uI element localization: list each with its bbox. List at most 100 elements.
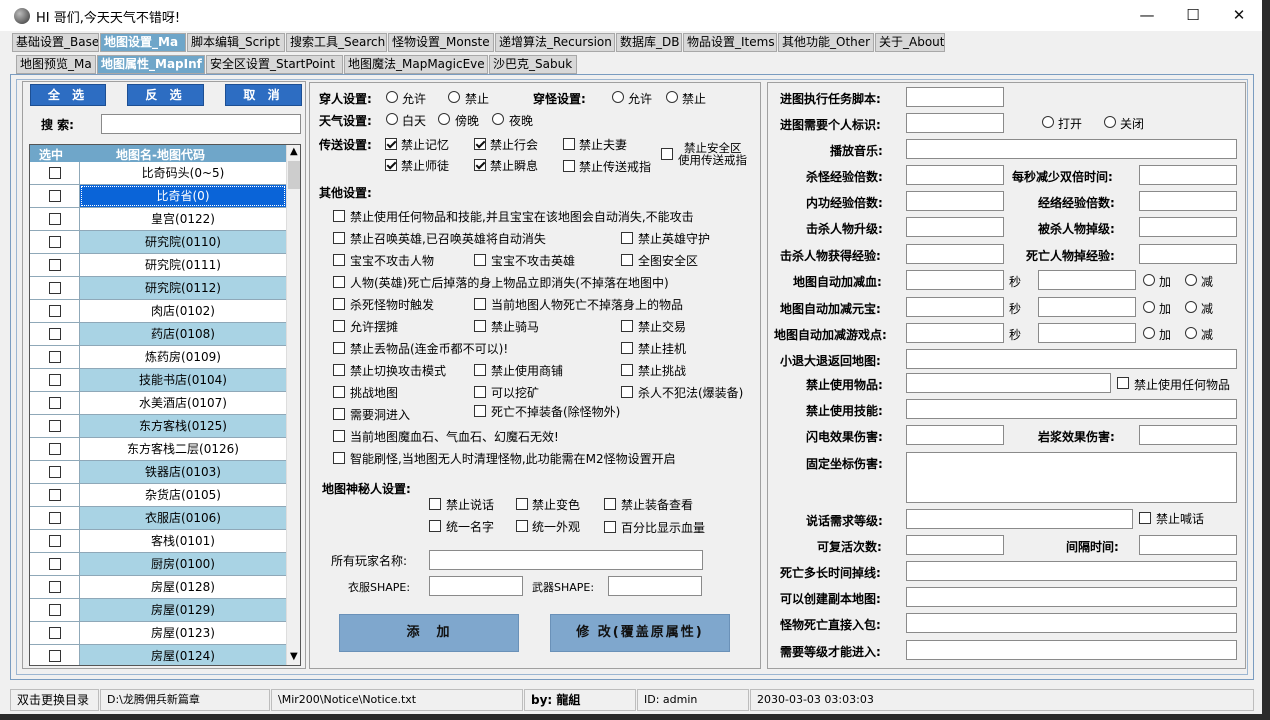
option-o23-checkbox[interactable] [333, 430, 345, 442]
field-radio[interactable] [1143, 327, 1155, 339]
table-row[interactable]: 药店(0108) [30, 323, 286, 346]
row-map-name[interactable]: 房屋(0128) [80, 576, 286, 598]
option-o4-checkbox[interactable] [333, 254, 345, 266]
scroll-thumb[interactable] [288, 161, 300, 189]
row-checkbox[interactable] [49, 351, 61, 363]
option-o7-checkbox[interactable] [333, 276, 345, 288]
weather-night-radio[interactable] [492, 113, 504, 125]
row-checkbox[interactable] [49, 236, 61, 248]
option-o19-checkbox[interactable] [474, 386, 486, 398]
weather-day-radio[interactable] [386, 113, 398, 125]
table-row[interactable]: 皇宫(0122) [30, 208, 286, 231]
row-select-cell[interactable] [30, 277, 80, 299]
maximize-button[interactable]: ☐ [1170, 0, 1216, 31]
row-map-name[interactable]: 药店(0108) [80, 323, 286, 345]
row-checkbox[interactable] [49, 190, 61, 202]
row-map-name[interactable]: 房屋(0124) [80, 645, 286, 665]
tab-sabuk[interactable]: 沙巴克_Sabuk [489, 55, 577, 74]
table-row[interactable]: 铁器店(0103) [30, 461, 286, 484]
table-row[interactable]: 东方客栈(0125) [30, 415, 286, 438]
field-radio[interactable] [1104, 116, 1116, 128]
table-row[interactable]: 炼药房(0109) [30, 346, 286, 369]
row-map-name[interactable]: 研究院(0110) [80, 231, 286, 253]
row-map-name[interactable]: 比奇省(0) [80, 185, 286, 207]
row-map-name[interactable]: 东方客栈二层(0126) [80, 438, 286, 460]
field-radio[interactable] [1185, 274, 1197, 286]
field-input[interactable] [906, 509, 1133, 529]
row-map-name[interactable]: 炼药房(0109) [80, 346, 286, 368]
table-row[interactable]: 研究院(0111) [30, 254, 286, 277]
field-radio[interactable] [1143, 301, 1155, 313]
cancel-select-button[interactable]: 取 消 [225, 84, 302, 106]
row-select-cell[interactable] [30, 599, 80, 621]
mystery-no-equip-view-checkbox[interactable] [604, 498, 616, 510]
tp-no-master-checkbox[interactable] [385, 159, 397, 171]
tab-map-preview[interactable]: 地图预览_Ma [16, 55, 96, 74]
table-row[interactable]: 杂货店(0105) [30, 484, 286, 507]
row-map-name[interactable]: 厨房(0100) [80, 553, 286, 575]
field-input[interactable] [906, 425, 1004, 445]
search-input[interactable] [101, 114, 301, 134]
row-checkbox[interactable] [49, 328, 61, 340]
invert-select-button[interactable]: 反 选 [127, 84, 204, 106]
option-o3-checkbox[interactable] [621, 232, 633, 244]
tab-map[interactable]: 地图设置_Ma [100, 33, 186, 52]
option-o10-checkbox[interactable] [333, 320, 345, 332]
field-checkbox[interactable] [1117, 377, 1129, 389]
row-select-cell[interactable] [30, 369, 80, 391]
row-select-cell[interactable] [30, 346, 80, 368]
table-row[interactable]: 厨房(0100) [30, 553, 286, 576]
table-row[interactable]: 研究院(0110) [30, 231, 286, 254]
table-row[interactable]: 技能书店(0104) [30, 369, 286, 392]
table-row[interactable]: 房屋(0123) [30, 622, 286, 645]
row-select-cell[interactable] [30, 645, 80, 665]
option-o1-checkbox[interactable] [333, 210, 345, 222]
wear-allow-radio[interactable] [386, 91, 398, 103]
field-checkbox[interactable] [1139, 512, 1151, 524]
row-map-name[interactable]: 肉店(0102) [80, 300, 286, 322]
scroll-down-icon[interactable]: ▼ [290, 651, 298, 662]
option-o17-checkbox[interactable] [621, 364, 633, 376]
row-select-cell[interactable] [30, 208, 80, 230]
row-checkbox[interactable] [49, 650, 61, 662]
all-name-input[interactable] [429, 550, 703, 570]
row-checkbox[interactable] [49, 581, 61, 593]
row-checkbox[interactable] [49, 512, 61, 524]
row-select-cell[interactable] [30, 185, 80, 207]
tp-no-instant-checkbox[interactable] [474, 159, 486, 171]
mystery-hp-percent-checkbox[interactable] [604, 521, 616, 533]
row-map-name[interactable]: 铁器店(0103) [80, 461, 286, 483]
scroll-up-icon[interactable]: ▲ [290, 146, 298, 157]
tab-map-magic[interactable]: 地图魔法_MapMagicEve [344, 55, 488, 74]
row-select-cell[interactable] [30, 392, 80, 414]
row-map-name[interactable]: 技能书店(0104) [80, 369, 286, 391]
pass-forbid-radio[interactable] [666, 91, 678, 103]
row-map-name[interactable]: 水美酒店(0107) [80, 392, 286, 414]
tab-monster[interactable]: 怪物设置_Monste [388, 33, 494, 52]
tp-no-memory-checkbox[interactable] [385, 138, 397, 150]
row-map-name[interactable]: 房屋(0129) [80, 599, 286, 621]
option-o21-checkbox[interactable] [333, 408, 345, 420]
option-o8-checkbox[interactable] [333, 298, 345, 310]
add-button[interactable]: 添 加 [339, 614, 519, 652]
cloth-shape-input[interactable] [429, 576, 523, 596]
row-checkbox[interactable] [49, 420, 61, 432]
option-o6-checkbox[interactable] [621, 254, 633, 266]
row-select-cell[interactable] [30, 415, 80, 437]
option-o18-checkbox[interactable] [333, 386, 345, 398]
option-o24-checkbox[interactable] [333, 452, 345, 464]
option-o15-checkbox[interactable] [333, 364, 345, 376]
field-input[interactable] [1139, 425, 1237, 445]
row-checkbox[interactable] [49, 489, 61, 501]
tp-no-spouse-checkbox[interactable] [563, 138, 575, 150]
row-map-name[interactable]: 客栈(0101) [80, 530, 286, 552]
tab-db[interactable]: 数据库_DB [616, 33, 682, 52]
table-row[interactable]: 东方客栈二层(0126) [30, 438, 286, 461]
row-select-cell[interactable] [30, 254, 80, 276]
mystery-no-color-checkbox[interactable] [516, 498, 528, 510]
wear-forbid-radio[interactable] [448, 91, 460, 103]
row-checkbox[interactable] [49, 305, 61, 317]
row-checkbox[interactable] [49, 443, 61, 455]
table-row[interactable]: 客栈(0101) [30, 530, 286, 553]
field-radio[interactable] [1143, 274, 1155, 286]
